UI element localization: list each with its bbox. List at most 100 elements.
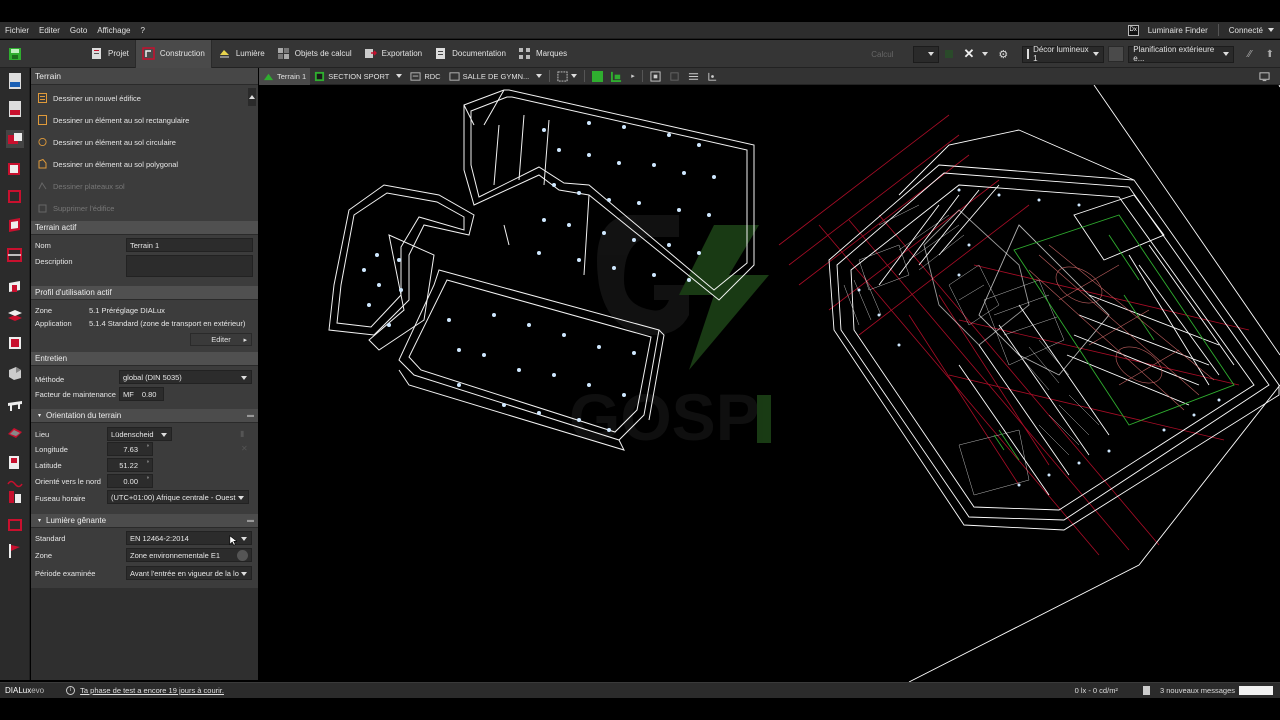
fuseau-select[interactable]: (UTC+01:00) Afrique centrale - Ouest [107,490,249,504]
room-tool-icon[interactable] [6,216,24,234]
door-tool-icon[interactable] [6,306,24,324]
editer-button[interactable]: Editer ▸ [190,333,252,346]
terrain-tool-icon[interactable] [6,130,24,148]
description-field[interactable] [126,255,253,277]
menu-editer[interactable]: Editer [34,26,65,35]
gear-icon[interactable]: ⚙ [998,48,1008,61]
frame-tool-icon[interactable] [6,516,24,534]
wireframe-view-button[interactable]: ▸ [607,68,639,85]
close-options-chevron-icon[interactable] [982,52,989,56]
zoom-window-button[interactable] [665,68,684,85]
longitude-clear-icon[interactable]: ✕ [241,444,248,453]
degree-spin-icon[interactable]: ° [147,445,149,451]
latitude-field[interactable]: 51.22 ° [107,458,153,472]
3d-viewport[interactable]: GOSP [259,85,1280,682]
planification-dropdown[interactable]: Planification extérieure e... [1128,45,1235,63]
column-tool-icon[interactable] [6,488,24,506]
trial-link[interactable]: Ta phase de test a encore 19 jours à cou… [80,686,224,695]
window-tool-icon[interactable] [6,334,24,352]
section-lumiere-genante[interactable]: ▾ Lumière gênante ▬ [31,514,258,528]
facteur-field[interactable]: MF 0.80 [119,387,164,401]
wall-tool-icon[interactable] [6,278,24,296]
tab-documentation[interactable]: Documentation [428,40,512,68]
breadcrumb-section[interactable]: SECTION SPORT [310,68,406,85]
connecte-chevron-icon[interactable] [1268,28,1274,32]
light-scene-icon[interactable] [6,454,24,472]
flag-tool-icon[interactable] [6,542,24,560]
menu-fichier[interactable]: Fichier [0,26,34,35]
share-icon[interactable]: ⬆ [1266,49,1274,60]
pin-icon[interactable]: ▬ [247,517,254,524]
menu-help[interactable]: ? [135,26,149,35]
message-icon[interactable] [1142,686,1150,695]
lieu-select[interactable]: Lüdenscheid [107,427,172,441]
messages-link[interactable]: 3 nouveaux messages [1160,686,1235,695]
messages-progress [1239,686,1273,695]
breadcrumb-terrain[interactable]: Terrain 1 [259,67,311,85]
section-orientation[interactable]: ▾ Orientation du terrain ▬ [31,409,258,423]
decor-settings-button[interactable] [1108,46,1125,62]
tool-circle-element[interactable]: Dessiner un élément au sol circulaire [53,138,176,147]
tab-objets-calcul[interactable]: Objets de calcul [271,40,358,68]
pencil-lines-icon[interactable]: ⁄⁄ [1248,49,1251,60]
nord-field[interactable]: 0.00 ° [107,474,153,488]
material-tool-icon[interactable] [6,424,24,442]
longitude-field[interactable]: 7.63 ° [107,442,153,456]
nom-field[interactable]: Terrain 1 [126,238,253,252]
lieu-delete-icon[interactable]: ▮ [240,429,244,438]
tab-exportation[interactable]: Exportation [358,40,428,68]
panel-scrollbar[interactable] [248,88,256,106]
breadcrumb-rdc[interactable]: RDC [406,68,444,85]
degree-spin-icon[interactable]: ° [147,461,149,467]
decor-lumineux-dropdown[interactable]: Décor lumineux 1 [1022,45,1105,63]
cad-scene[interactable]: GOSP [259,85,1280,682]
chevron-down-icon [1093,52,1100,56]
zoom-extents-button[interactable] [646,68,665,85]
nom-label: Nom [35,241,51,250]
snap-button[interactable] [703,68,722,85]
menu-affichage[interactable]: Affichage [92,26,135,35]
chevron-down-icon[interactable] [536,74,543,78]
tool-new-building[interactable]: Dessiner un nouvel édifice [53,94,141,103]
menu-goto[interactable]: Goto [65,26,92,35]
table-tool-icon[interactable] [6,396,24,414]
scroll-up-arrow-icon[interactable] [249,95,255,99]
panel-empty-area [31,588,258,680]
solid-view-button[interactable] [588,68,607,85]
tab-lumiere[interactable]: Lumière [212,40,271,68]
dwg-import-icon[interactable] [6,72,24,90]
calc-options-dropdown[interactable] [913,45,940,63]
connecte-menu[interactable]: Connecté [1224,26,1268,35]
methode-select[interactable]: global (DIN 5035) [119,370,252,384]
pin-icon[interactable]: ▬ [247,412,254,419]
close-icon[interactable]: ✕ [963,46,974,62]
tab-marques[interactable]: Marques [512,40,573,68]
building-tool-icon[interactable] [6,160,24,178]
save-icon[interactable] [8,47,22,61]
periode-label: Période examinée [35,569,96,578]
calcul-button[interactable]: Calcul [871,50,893,59]
periode-select[interactable]: Avant l'entrée en vigueur de la lo [126,566,252,580]
object-tool-icon[interactable] [6,364,24,382]
storey-tool-icon[interactable] [6,188,24,206]
ifc-import-icon[interactable] [6,100,24,118]
luminaire-finder-link[interactable]: Luminaire Finder [1143,26,1213,35]
zone-env-field[interactable]: Zone environnementale E1 [126,548,252,562]
info-icon: i [66,686,76,695]
selection-mode-button[interactable] [553,68,581,85]
tab-projet[interactable]: Projet [84,40,135,68]
chevron-down-icon[interactable] [396,74,403,78]
mouse-cursor-icon [229,535,237,546]
view-options-button[interactable] [1255,68,1274,85]
monitor-icon [1259,71,1270,81]
tool-rect-element[interactable]: Dessiner un élément au sol rectangulaire [53,116,189,125]
link-icon[interactable] [237,550,248,561]
tab-construction[interactable]: Construction [134,39,212,68]
luminaire-finder-icon[interactable]: Dx [1127,24,1139,36]
play-icon[interactable]: ▸ [631,72,635,80]
cut-tool-icon[interactable] [6,246,24,264]
degree-spin-icon[interactable]: ° [147,477,149,483]
breadcrumb-salle[interactable]: SALLE DE GYMN... [445,68,547,85]
tool-polygon-element[interactable]: Dessiner un élément au sol polygonal [53,160,178,169]
measure-button[interactable] [684,68,703,85]
